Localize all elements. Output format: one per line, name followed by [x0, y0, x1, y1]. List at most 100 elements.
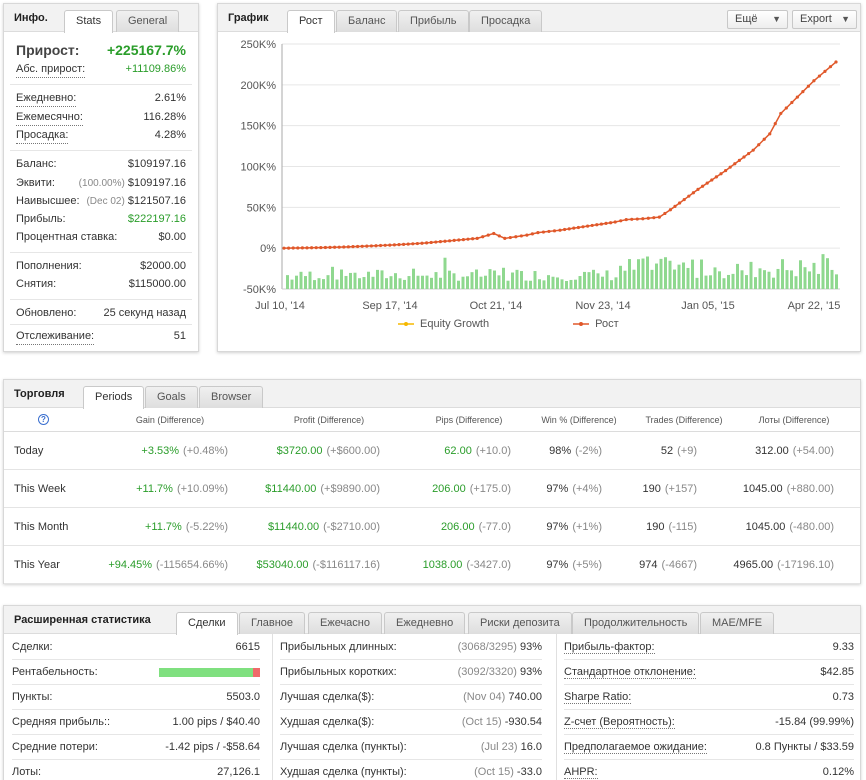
daily-label[interactable]: Ежедневно:: [16, 89, 77, 107]
volume-bar: [646, 256, 649, 289]
extended-title: Расширенная статистика: [14, 614, 151, 626]
export-dropdown[interactable]: Export ▼: [792, 10, 857, 29]
graph-title: График: [228, 12, 269, 24]
profit-row: Прибыль: $222197.16: [16, 210, 186, 228]
growth-point: [624, 217, 628, 222]
tab-main[interactable]: Главное: [239, 612, 306, 634]
profit-cell: $11440.00 (-$2710.00): [268, 508, 380, 545]
volume-bar: [466, 276, 469, 289]
growth-point: [682, 197, 686, 202]
tab-profit[interactable]: Прибыль: [398, 10, 469, 32]
monthly-label[interactable]: Ежемесячно:: [16, 108, 83, 126]
stat-detail: (Nov 04): [463, 691, 506, 703]
highest-row: Наивысшее: (Dec 02) $121507.16: [16, 192, 186, 210]
volume-bar: [511, 272, 514, 289]
withdrawals-row: Снятия: $115000.00: [16, 275, 186, 293]
stat-detail: (Jul 23): [480, 741, 518, 753]
tab-drawdown[interactable]: Просадка: [469, 10, 543, 32]
growth-point: [406, 242, 410, 246]
column-divider: [272, 634, 273, 780]
abs-growth-label[interactable]: Абс. прирост:: [16, 60, 86, 78]
volume-bar: [367, 271, 370, 289]
stat-label[interactable]: Sharpe Ratio:: [564, 689, 632, 704]
x-tick-label: Nov 23, '14: [575, 300, 630, 312]
growth-point: [351, 245, 355, 249]
volume-bar: [641, 258, 645, 289]
growth-point: [812, 79, 816, 83]
growth-point: [452, 238, 456, 243]
win-value: 98%: [549, 444, 572, 457]
volume-bar: [758, 268, 762, 289]
tab-trades[interactable]: Сделки: [176, 612, 238, 635]
more-label: Ещё: [735, 13, 758, 25]
legend-equity-swatch: [398, 322, 414, 326]
tab-browser[interactable]: Browser: [199, 386, 264, 408]
stat-label[interactable]: Предполагаемое ожидание:: [564, 739, 707, 754]
growth-point: [411, 242, 415, 246]
volume-bar: [551, 276, 555, 289]
tab-duration[interactable]: Продолжительность: [572, 612, 700, 634]
lots-difference: (+54.00): [792, 444, 834, 457]
tab-stats[interactable]: Stats: [64, 10, 114, 33]
stat-label[interactable]: Стандартное отклонение:: [564, 664, 696, 679]
growth-point: [475, 236, 479, 240]
tracking-row: Отслеживание: 51: [16, 327, 186, 345]
stat-label[interactable]: Z-счет (Вероятность):: [564, 714, 675, 729]
profit-label: Прибыль:: [16, 213, 66, 225]
gain-value: +11.7%: [145, 520, 182, 533]
balance-label: Баланс:: [16, 158, 57, 170]
volume-bar: [547, 275, 550, 289]
stat-label: Средняя прибыль::: [12, 716, 111, 728]
growth-point: [635, 217, 639, 221]
drawdown-label[interactable]: Просадка:: [16, 126, 69, 144]
growth-point: [762, 137, 766, 141]
balance-row: Баланс: $109197.16: [16, 155, 186, 173]
volume-bar: [403, 279, 406, 289]
table-row: Today +3.53% (+0.48%) $3720.00 (+$600.00…: [4, 432, 860, 470]
pips-cell: 62.00 (+10.0): [444, 432, 511, 469]
growth-point: [691, 191, 695, 195]
growth-point: [599, 222, 603, 226]
legend-equity[interactable]: Equity Growth: [398, 317, 489, 331]
tab-goals[interactable]: Goals: [145, 386, 198, 408]
stat-label: Рентабельность:: [12, 666, 98, 678]
stat-value-text: 740.00: [508, 691, 542, 703]
volume-bar: [704, 275, 708, 289]
volume-bar: [443, 257, 447, 289]
help-icon[interactable]: ?: [38, 414, 49, 425]
volume-bar: [524, 280, 528, 289]
stat-label: Средние потери:: [12, 741, 98, 753]
volume-bar: [614, 277, 618, 289]
legend-growth[interactable]: Рост: [573, 317, 619, 331]
more-dropdown[interactable]: Ещё ▼: [727, 10, 788, 29]
growth-point: [360, 244, 364, 248]
header-profit: Profit (Difference): [293, 414, 365, 425]
lots-value: 312.00: [755, 444, 789, 457]
growth-point: [536, 231, 540, 235]
growth-point: [310, 246, 314, 250]
tab-growth[interactable]: Рост: [287, 10, 335, 33]
tab-deposit-risk[interactable]: Риски депозита: [468, 612, 572, 634]
growth-point: [790, 100, 794, 105]
trades-stat-row: Сделки: 6615: [12, 635, 260, 660]
tab-periods[interactable]: Periods: [83, 386, 145, 409]
tracking-link[interactable]: Отслеживание:: [16, 327, 95, 345]
growth-point: [630, 217, 634, 221]
stat-value-text: 93%: [519, 666, 542, 678]
balance-value: $109197.16: [127, 158, 186, 170]
tab-mae-mfe[interactable]: MAE/MFE: [700, 612, 775, 634]
volume-bar: [421, 275, 424, 289]
tab-hourly[interactable]: Ежечасно: [308, 612, 382, 634]
stat-value-text: 93%: [519, 641, 542, 653]
volume-bar: [425, 275, 429, 289]
best-worst-stat-row: Прибыльных коротких: (3092/3320) 93%: [280, 660, 542, 685]
growth-point: [823, 69, 827, 73]
stat-label[interactable]: Прибыль-фактор:: [564, 639, 655, 654]
daily-row: Ежедневно: 2.61%: [16, 89, 186, 107]
volume-bar: [587, 272, 591, 289]
ratio-stat-row: Z-счет (Вероятность): -15.84 (99.99%): [564, 710, 854, 735]
tab-balance[interactable]: Баланс: [336, 10, 398, 32]
tab-general[interactable]: General: [116, 10, 180, 32]
stat-label[interactable]: AHPR:: [564, 764, 598, 779]
tab-daily[interactable]: Ежедневно: [384, 612, 466, 634]
